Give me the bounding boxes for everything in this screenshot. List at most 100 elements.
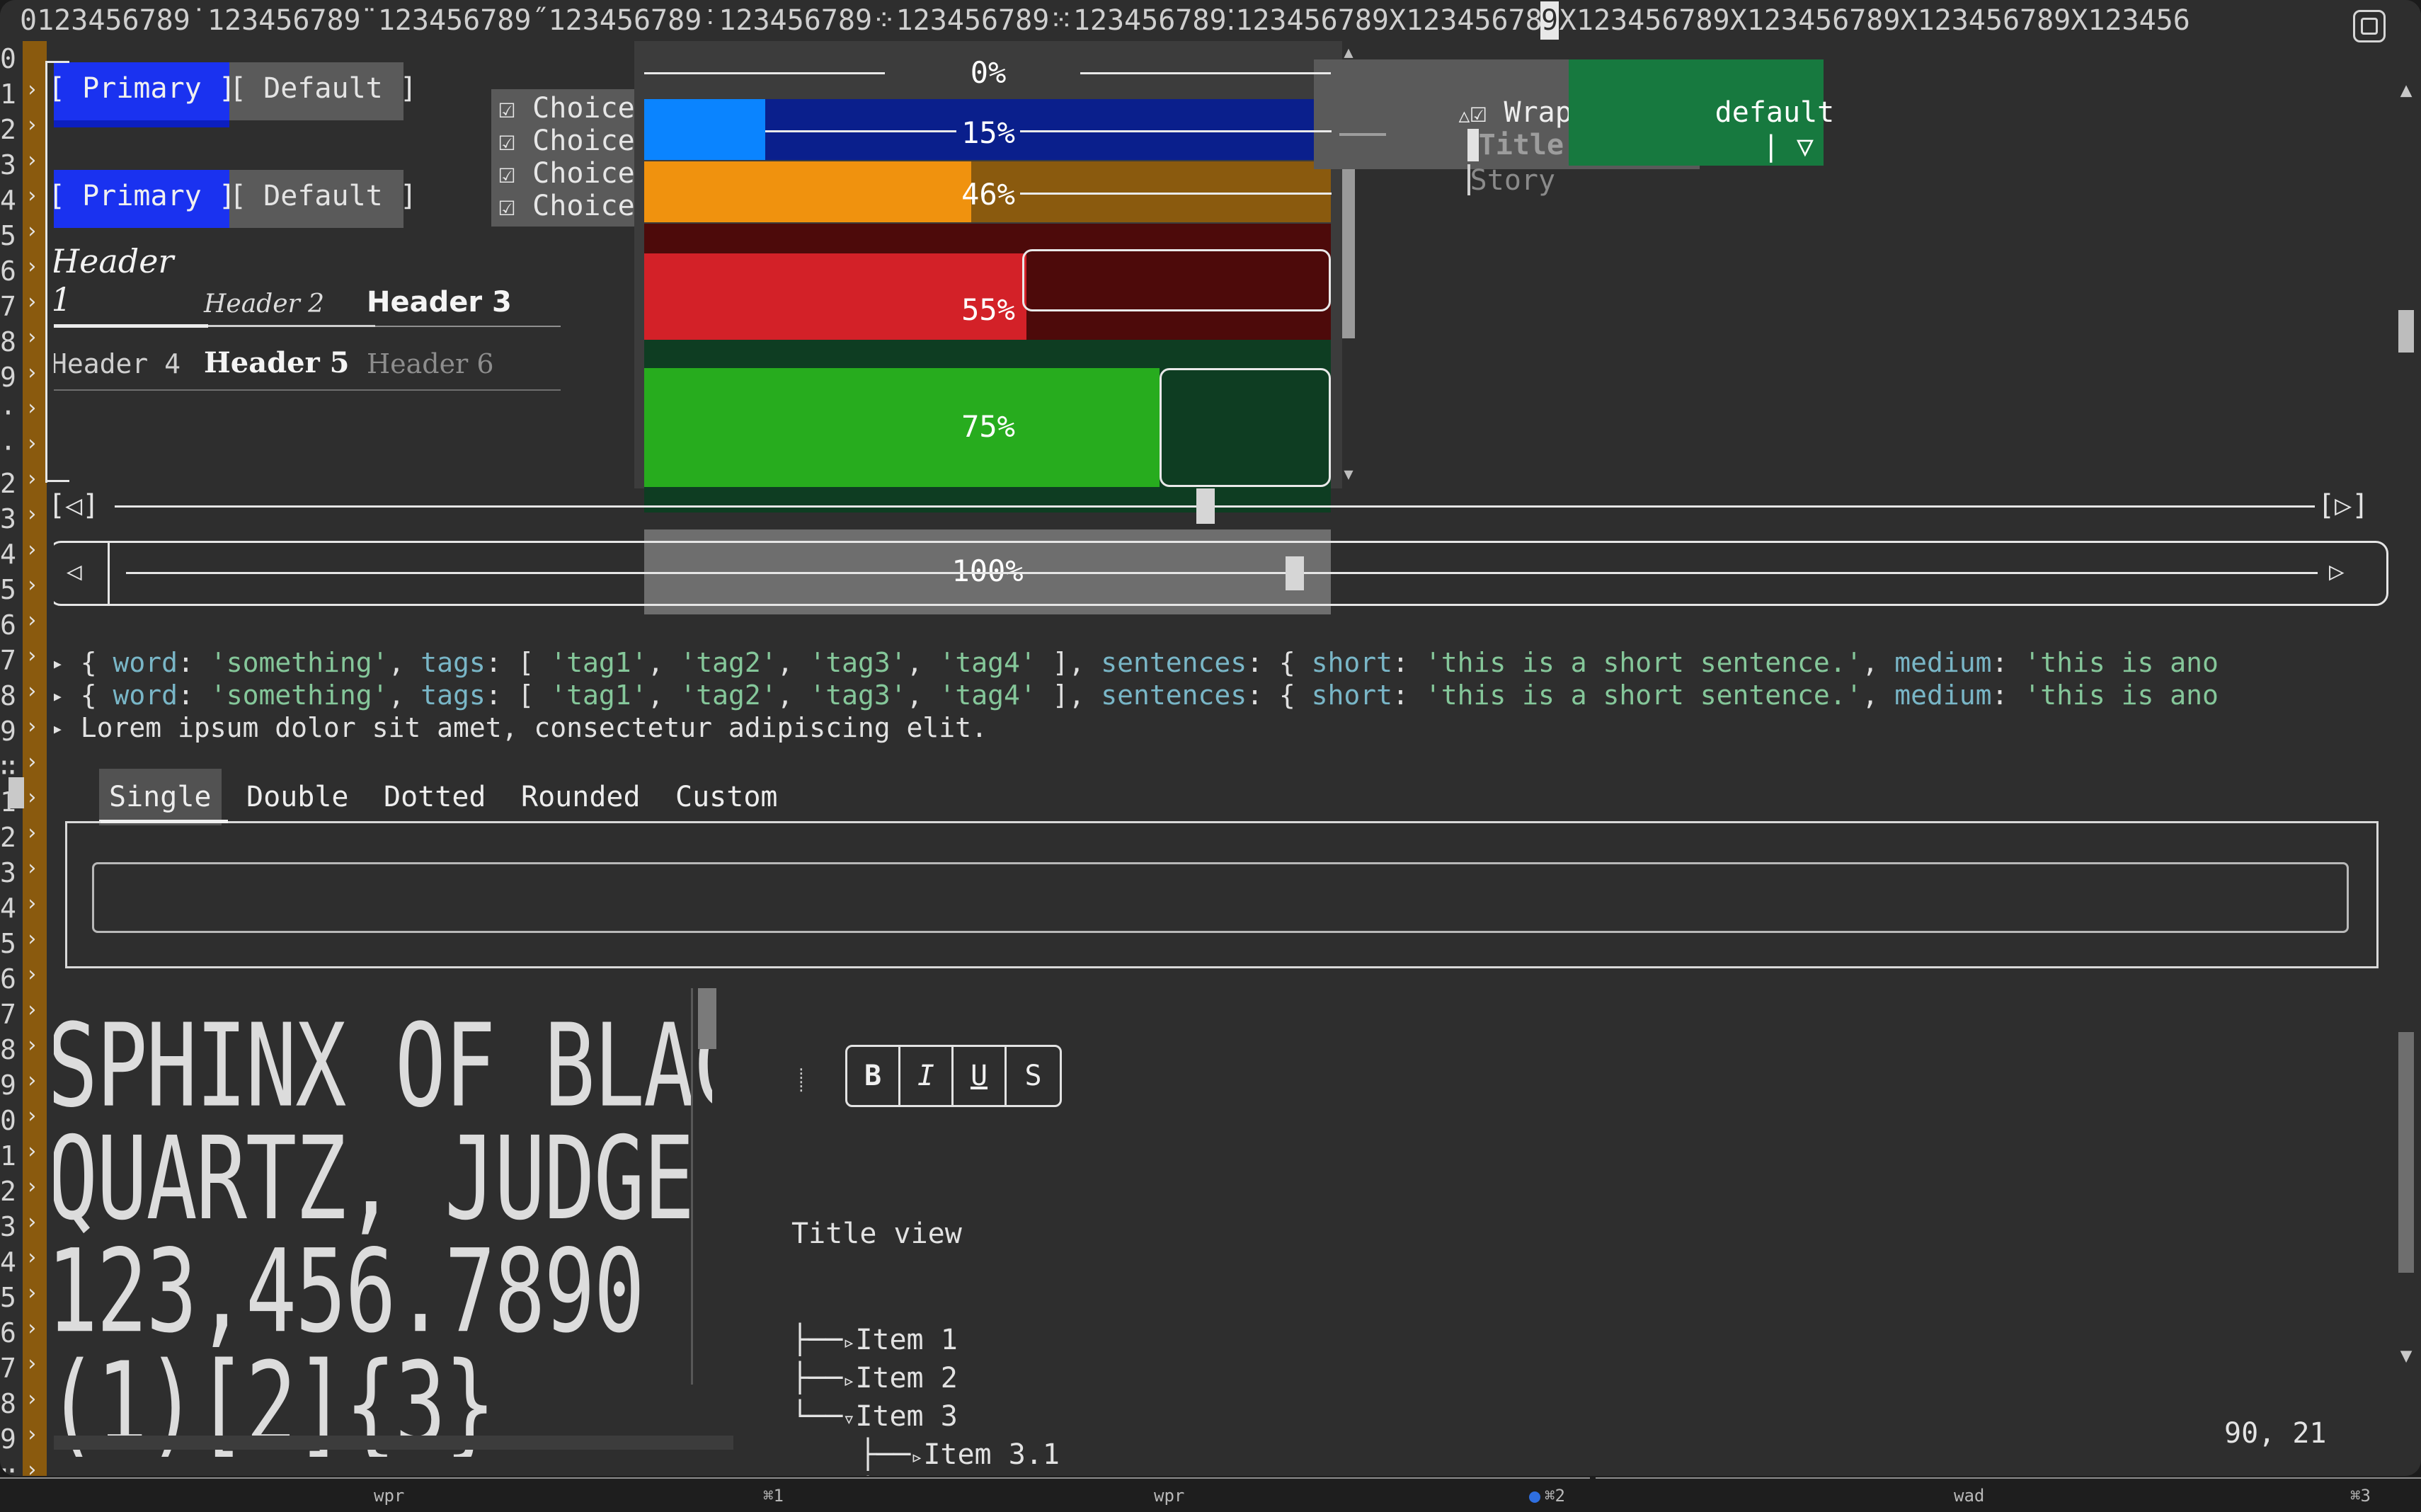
- fold-chevron-icon[interactable]: ›: [25, 886, 38, 922]
- code-token: :: [1992, 647, 2025, 678]
- fold-chevron-icon[interactable]: ›: [25, 355, 38, 391]
- banner-scroll-thumb[interactable]: [698, 988, 716, 1049]
- fold-chevron-icon[interactable]: ›: [25, 992, 38, 1028]
- fold-chevron-icon[interactable]: ›: [25, 851, 38, 886]
- slider-rounded-left-cap[interactable]: ◁: [67, 559, 82, 585]
- fold-chevron-icon[interactable]: ›: [25, 709, 38, 745]
- slider-square-track[interactable]: [115, 505, 2315, 508]
- underline-button[interactable]: U: [954, 1047, 1007, 1105]
- cursor-coordinates: 90, 21: [2224, 1417, 2327, 1450]
- fold-chevron-icon[interactable]: ›: [25, 957, 38, 992]
- fold-chevron-icon[interactable]: ›: [25, 320, 38, 355]
- bold-button[interactable]: B: [847, 1047, 900, 1105]
- checkbox-icon[interactable]: ☑: [498, 92, 515, 125]
- banner-scroll-track[interactable]: [691, 988, 693, 1385]
- main-scrollbar-thumb[interactable]: [2398, 310, 2414, 353]
- tree-toggle-icon[interactable]: ▹: [842, 1330, 855, 1355]
- theme-select[interactable]: default| ▽: [1569, 59, 1824, 166]
- slider-square-knob[interactable]: [1196, 488, 1215, 524]
- code-token: medium: [1894, 647, 1991, 678]
- main-scrollbar-up-arrow[interactable]: ▲: [2391, 78, 2421, 101]
- fold-chevron-icon[interactable]: ›: [25, 603, 38, 638]
- status-segment[interactable]: wpr: [374, 1486, 404, 1506]
- italic-button[interactable]: I: [900, 1047, 954, 1105]
- code-line[interactable]: ▸ { word: 'something', tags: [ 'tag1', '…: [48, 644, 2219, 681]
- fold-chevron-icon[interactable]: ›: [25, 1346, 38, 1382]
- checkbox-icon[interactable]: ☑: [498, 157, 515, 190]
- slider-rounded[interactable]: ◁ ▷: [48, 541, 2391, 606]
- horizontal-scrollbar[interactable]: [47, 1436, 733, 1450]
- checkbox-icon[interactable]: ☑: [498, 125, 515, 157]
- fold-chevron-icon[interactable]: ›: [25, 568, 38, 603]
- fold-chevron-icon[interactable]: ›: [25, 462, 38, 497]
- strikethrough-button[interactable]: S: [1007, 1047, 1060, 1105]
- fold-chevron-icon[interactable]: ›: [25, 426, 38, 462]
- code-token: {: [81, 680, 113, 711]
- status-segment[interactable]: wad: [1954, 1486, 1984, 1506]
- fold-chevron-icon[interactable]: ›: [25, 1311, 38, 1346]
- slider-square-right-cap[interactable]: [▷]: [2318, 491, 2369, 520]
- fold-chevron-icon[interactable]: ›: [25, 108, 38, 143]
- code-token: sentences: [1101, 647, 1247, 678]
- fold-chevron-icon[interactable]: ›: [25, 391, 38, 426]
- fold-chevron-icon[interactable]: ›: [25, 1063, 38, 1099]
- fold-chevron-icon[interactable]: ›: [25, 532, 38, 568]
- fold-chevron-icon[interactable]: ›: [25, 178, 38, 214]
- slider-rounded-knob[interactable]: [1286, 556, 1304, 590]
- status-segment[interactable]: ⌘1: [763, 1486, 784, 1506]
- slider-rounded-track[interactable]: [126, 572, 2318, 574]
- tree-toggle-icon[interactable]: ▹: [842, 1368, 855, 1393]
- slider-rounded-right-cap[interactable]: ▷: [2329, 559, 2345, 585]
- fold-chevron-icon[interactable]: ›: [25, 815, 38, 851]
- tree-toggle-icon[interactable]: ▿: [842, 1407, 855, 1431]
- tab-double[interactable]: Double: [236, 769, 359, 825]
- fold-chevron-icon[interactable]: ›: [25, 72, 38, 108]
- fold-chevron-icon[interactable]: ›: [25, 1417, 38, 1453]
- fold-chevron-icon[interactable]: ›: [25, 1205, 38, 1240]
- fold-chevron-icon[interactable]: ›: [25, 1099, 38, 1134]
- tree-node[interactable]: ├──▹Item 3.1: [791, 1437, 1287, 1475]
- fold-chevron-icon[interactable]: ›: [25, 249, 38, 285]
- fold-chevron-icon[interactable]: ›: [25, 1169, 38, 1205]
- tree-node[interactable]: └──▿Item 3: [791, 1399, 1287, 1437]
- story-field[interactable]: Story: [1331, 132, 1555, 229]
- code-token: :: [1392, 680, 1425, 711]
- tab-custom[interactable]: Custom: [665, 769, 788, 825]
- code-line[interactable]: ▸ { word: 'something', tags: [ 'tag1', '…: [48, 677, 2219, 714]
- fold-chevron-icon[interactable]: ›: [25, 1134, 38, 1169]
- fold-chevron-icon[interactable]: ›: [25, 780, 38, 815]
- tree-node[interactable]: ├──▹Item 2: [791, 1361, 1287, 1399]
- fold-chevron-icon[interactable]: ›: [25, 1028, 38, 1063]
- checkbox-icon[interactable]: ☑: [498, 190, 515, 222]
- fold-chevron-icon[interactable]: ›: [25, 745, 38, 780]
- main-scrollbar-down-arrow[interactable]: ▼: [2391, 1344, 2421, 1367]
- progress-75-outline: [1160, 368, 1331, 487]
- status-segment[interactable]: wpr: [1154, 1486, 1184, 1506]
- tab-dotted[interactable]: Dotted: [374, 769, 496, 825]
- status-segment[interactable]: ⌘3: [2350, 1486, 2371, 1506]
- tab-single[interactable]: Single: [99, 769, 222, 825]
- main-scrollbar-secondary-thumb[interactable]: [2398, 1032, 2414, 1273]
- tree-node[interactable]: ├──▹Item 1: [791, 1322, 1287, 1361]
- fold-chevron-icon[interactable]: ›: [25, 638, 38, 674]
- fold-chevron-icon[interactable]: ›: [25, 497, 38, 532]
- fold-chevron-icon[interactable]: ›: [25, 922, 38, 957]
- fold-chevron-icon[interactable]: ›: [25, 214, 38, 249]
- fold-chevron-icon[interactable]: ›: [25, 1382, 38, 1417]
- toolbar-grip-icon[interactable]: ⁝⁝: [799, 1067, 820, 1110]
- fold-chevron-icon[interactable]: ›: [25, 1276, 38, 1311]
- fold-chevron-icon[interactable]: ›: [25, 143, 38, 178]
- fold-chevron-icon[interactable]: ›: [25, 285, 38, 320]
- tree-toggle-icon[interactable]: ▹: [910, 1445, 923, 1470]
- status-segment[interactable]: ⌘2: [1529, 1486, 1565, 1506]
- code-line[interactable]: ▸ Lorem ipsum dolor sit amet, consectetu…: [48, 709, 988, 746]
- fold-chevron-icon[interactable]: ›: [25, 674, 38, 709]
- fold-chevron-icon[interactable]: ›: [25, 1240, 38, 1276]
- line-number: 2: [0, 466, 23, 501]
- fold-column[interactable]: ››››››››››››››››››››››››››››››››››››››››…: [23, 41, 47, 1476]
- fold-chevron-icon[interactable]: ›: [25, 1453, 38, 1476]
- main-scrollbar[interactable]: ▲ ▼: [2391, 41, 2421, 1440]
- window-restore-button[interactable]: [2353, 10, 2386, 42]
- tab-rounded[interactable]: Rounded: [511, 769, 651, 825]
- slider-square-left-cap[interactable]: [◁]: [48, 491, 99, 520]
